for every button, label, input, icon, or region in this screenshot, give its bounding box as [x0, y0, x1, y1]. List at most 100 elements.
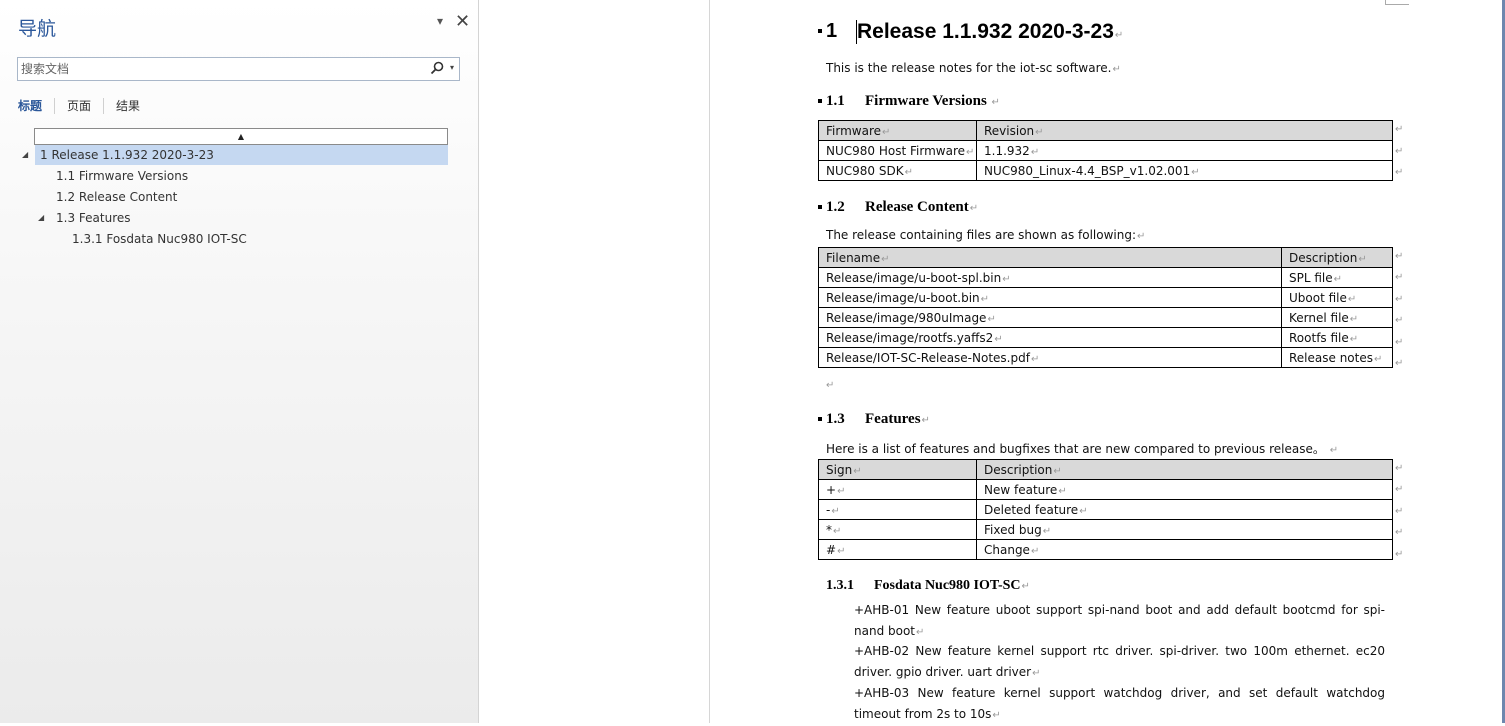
row-end-mark: ↵: [1395, 549, 1404, 560]
row-end-mark: ↵: [1395, 484, 1404, 495]
table-header-row: Sign↵ Description↵: [818, 459, 1393, 480]
collapse-all-button[interactable]: ▲: [34, 128, 448, 145]
table-cell[interactable]: Release/IOT-SC-Release-Notes.pdf↵: [818, 347, 1282, 368]
heading-number: 1.2: [826, 199, 845, 215]
firmware-table[interactable]: Firmware↵ Revision↵ NUC980 Host Firmware…: [818, 120, 1393, 181]
table-cell[interactable]: New feature↵: [976, 479, 1393, 500]
heading-bullet: [818, 29, 822, 33]
heading-text: Firmware Versions: [865, 93, 987, 109]
row-end-mark: ↵: [1395, 294, 1404, 305]
release-content-paragraph[interactable]: The release containing files are shown a…: [826, 228, 1145, 242]
table-cell[interactable]: NUC980_Linux-4.4_BSP_v1.02.001↵: [976, 160, 1393, 181]
table-cell[interactable]: Release/image/u-boot.bin↵: [818, 287, 1282, 308]
paragraph-mark: ↵: [1137, 231, 1146, 242]
table-header-row: Filename↵ Description↵: [818, 247, 1393, 268]
row-end-mark: ↵: [1395, 167, 1404, 178]
tree-item-release[interactable]: 1 Release 1.1.932 2020-3-23: [35, 145, 448, 165]
row-end-mark: ↵: [1395, 337, 1404, 348]
table-header-cell[interactable]: Description↵: [976, 459, 1393, 480]
feature-item-text: +AHB-01 New feature uboot support spi-na…: [854, 603, 1385, 638]
table-header-cell[interactable]: Sign↵: [818, 459, 977, 480]
features-intro-text: Here is a list of features and bugfixes …: [826, 442, 1325, 456]
features-table[interactable]: Sign↵ Description↵ +↵ New feature↵ -↵ De…: [818, 459, 1393, 560]
paragraph-mark: ↵: [1032, 667, 1041, 679]
nav-pane-options-icon[interactable]: ▾: [437, 14, 443, 28]
table-cell[interactable]: Uboot file↵: [1281, 287, 1393, 308]
tree-item-fosdata-nuc980[interactable]: 1.3.1 Fosdata Nuc980 IOT-SC: [72, 229, 247, 249]
table-row: Release/image/rootfs.yaffs2↵ Rootfs file…: [818, 327, 1393, 348]
expanded-arrow-icon[interactable]: ◢: [22, 145, 28, 165]
feature-item[interactable]: +AHB-01 New feature uboot support spi-na…: [854, 600, 1385, 643]
paragraph-mark: ↵: [992, 709, 1001, 721]
table-cell[interactable]: SPL file↵: [1281, 267, 1393, 288]
feature-item[interactable]: +AHB-03 New feature kernel support watch…: [854, 683, 1385, 726]
table-cell[interactable]: NUC980 SDK↵: [818, 160, 977, 181]
table-cell[interactable]: Release/image/rootfs.yaffs2↵: [818, 327, 1282, 348]
expanded-arrow-icon[interactable]: ◢: [38, 208, 44, 228]
feature-item[interactable]: +AHB-02 New feature kernel support rtc d…: [854, 641, 1385, 684]
search-options-chevron-icon[interactable]: ▾: [450, 63, 454, 72]
search-box[interactable]: ▾: [17, 57, 460, 81]
document-margin: [479, 0, 709, 723]
tree-item-features[interactable]: 1.3 Features: [56, 208, 131, 228]
table-cell[interactable]: +↵: [818, 479, 977, 500]
table-row: -↵ Deleted feature↵: [818, 499, 1393, 520]
table-cell[interactable]: Release notes↵: [1281, 347, 1393, 368]
table-cell[interactable]: Release/image/980uImage↵: [818, 307, 1282, 328]
table-cell[interactable]: Fixed bug↵: [976, 519, 1393, 540]
tree-item-firmware-versions[interactable]: 1.1 Firmware Versions: [56, 166, 188, 186]
table-cell[interactable]: Rootfs file↵: [1281, 327, 1393, 348]
paragraph-mark: ↵: [916, 626, 925, 638]
table-header-cell[interactable]: Revision↵: [976, 120, 1393, 141]
table-cell[interactable]: -↵: [818, 499, 977, 520]
tab-headings[interactable]: 标题: [18, 98, 54, 114]
table-header-cell[interactable]: Firmware↵: [818, 120, 977, 141]
tab-pages[interactable]: 页面: [54, 98, 103, 114]
release-files-table[interactable]: Filename↵ Description↵ Release/image/u-b…: [818, 247, 1393, 368]
row-end-mark: ↵: [1395, 463, 1404, 474]
table-row: Release/IOT-SC-Release-Notes.pdf↵ Releas…: [818, 347, 1393, 368]
row-end-mark: ↵: [1395, 124, 1404, 135]
heading-1-2[interactable]: 1.2 Release Content↵: [826, 199, 978, 216]
search-input[interactable]: [21, 60, 421, 78]
table-cell[interactable]: NUC980 Host Firmware↵: [818, 140, 977, 161]
table-cell[interactable]: Deleted feature↵: [976, 499, 1393, 520]
chevron-down-icon[interactable]: ▾: [437, 14, 443, 28]
empty-paragraph-mark: ↵: [826, 380, 835, 391]
row-end-mark: ↵: [1395, 146, 1404, 157]
table-header-cell[interactable]: Filename↵: [818, 247, 1282, 268]
table-cell[interactable]: Change↵: [976, 539, 1393, 560]
tree-item-release-content[interactable]: 1.2 Release Content: [56, 187, 177, 207]
table-cell[interactable]: #↵: [818, 539, 977, 560]
heading-number: 1.3.1: [826, 578, 854, 593]
collapse-up-icon: ▲: [237, 132, 245, 141]
search-icon[interactable]: [430, 61, 444, 75]
paragraph-mark: ↵: [969, 203, 979, 214]
heading-1-1[interactable]: 1.1 Firmware Versions ↵: [826, 93, 1000, 110]
row-end-mark: ↵: [1395, 315, 1404, 326]
table-row: NUC980 Host Firmware↵ 1.1.932↵: [818, 140, 1393, 161]
table-cell[interactable]: Kernel file↵: [1281, 307, 1393, 328]
table-row: Release/image/980uImage↵ Kernel file↵: [818, 307, 1393, 328]
table-row: +↵ New feature↵: [818, 479, 1393, 500]
table-cell[interactable]: Release/image/u-boot-spl.bin↵: [818, 267, 1282, 288]
table-header-cell[interactable]: Description↵: [1281, 247, 1393, 268]
heading-bullet: [818, 99, 822, 103]
table-cell[interactable]: 1.1.932↵: [976, 140, 1393, 161]
heading-1-3[interactable]: 1.3 Features↵: [826, 411, 930, 428]
paragraph-mark: ↵: [1329, 445, 1339, 456]
paragraph-mark: ↵: [1021, 581, 1030, 592]
tab-results[interactable]: 结果: [103, 98, 152, 114]
navigation-pane: 导航 ▾ ✕ ▾ 标题 页面 结果 ▲ ◢ 1 Release 1.1.932 …: [0, 0, 479, 723]
table-cell[interactable]: *↵: [818, 519, 977, 540]
heading-number: 1.3: [826, 411, 845, 427]
heading-1[interactable]: Release 1.1.932 2020-3-23↵: [856, 20, 1123, 44]
paragraph-mark: ↵: [1112, 64, 1121, 75]
heading-bullet: [818, 205, 822, 209]
heading-1-3-1[interactable]: 1.3.1 Fosdata Nuc980 IOT-SC↵: [826, 578, 1030, 594]
intro-paragraph[interactable]: This is the release notes for the iot-sc…: [826, 61, 1121, 75]
close-icon[interactable]: ✕: [455, 13, 470, 31]
features-paragraph[interactable]: Here is a list of features and bugfixes …: [826, 440, 1338, 457]
release-content-text: The release containing files are shown a…: [826, 228, 1137, 242]
heading-text: Fosdata Nuc980 IOT-SC: [874, 578, 1021, 593]
